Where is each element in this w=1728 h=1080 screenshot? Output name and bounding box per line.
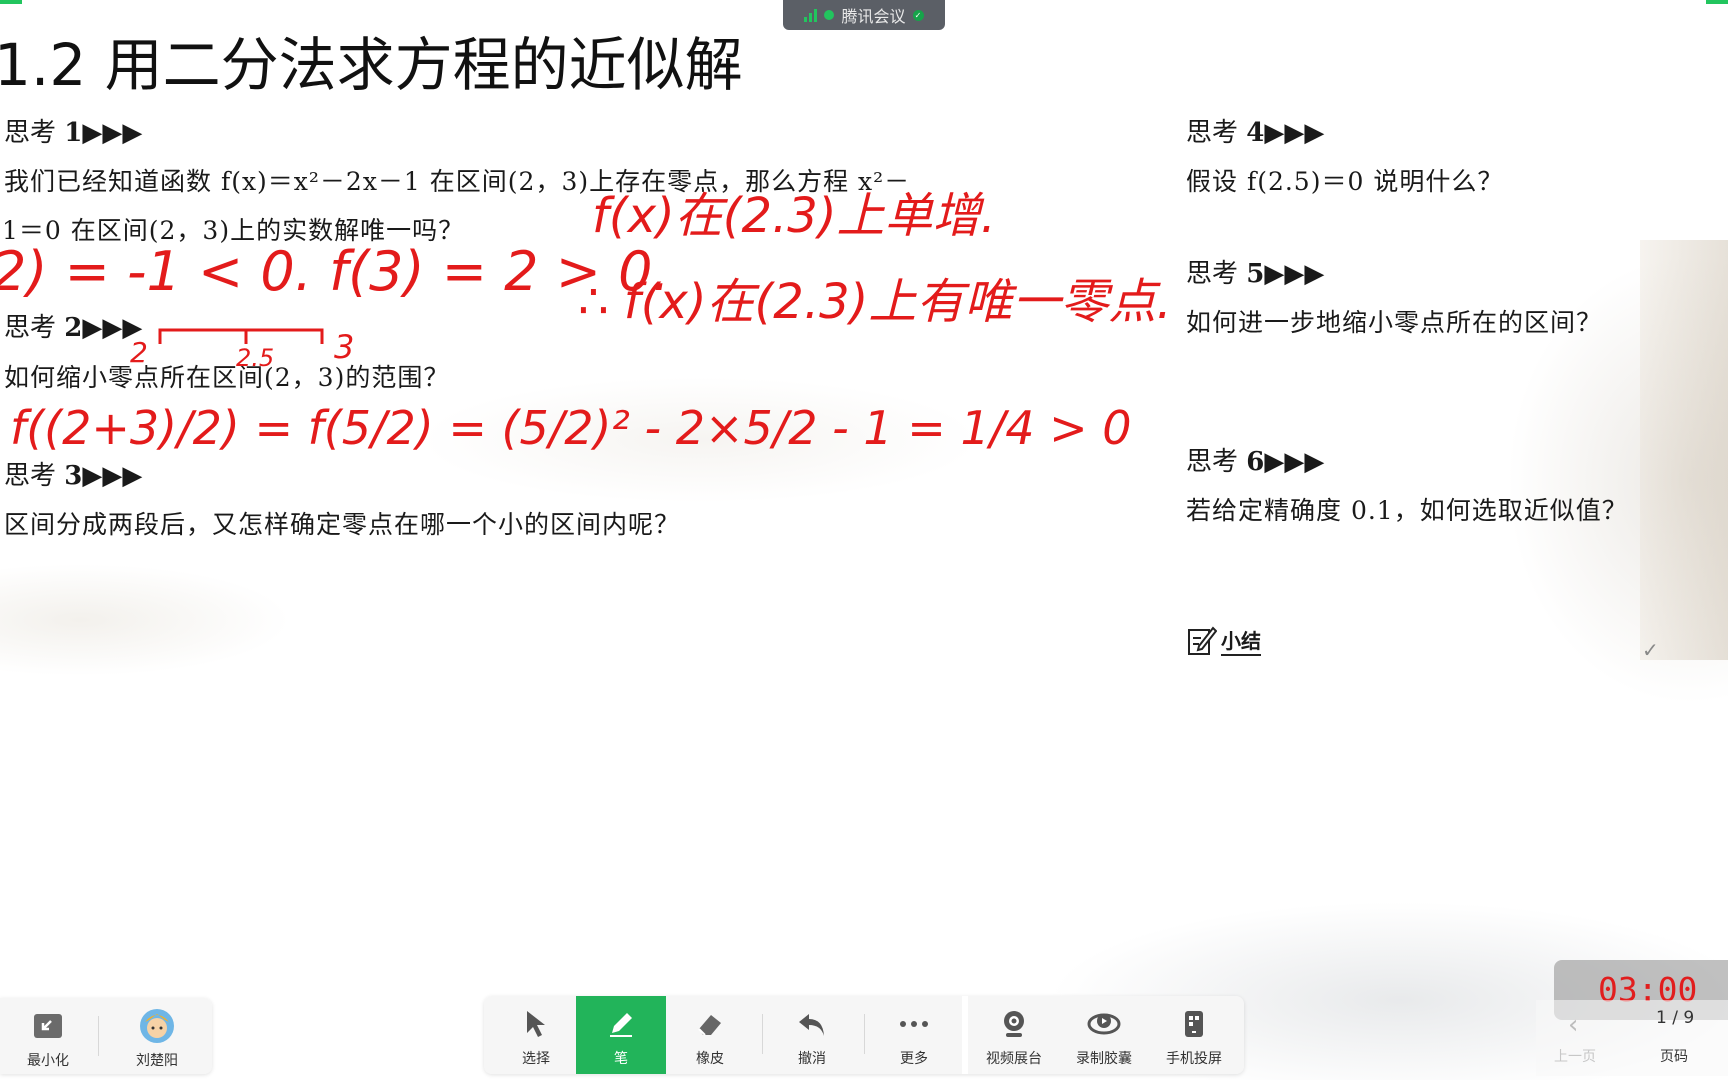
tool-label: 手机投屏 — [1166, 1051, 1222, 1067]
meeting-app-label: 腾讯会议 — [841, 7, 906, 26]
think-2-line-1: 如何缩小零点所在区间(2，3)的范围？ — [4, 363, 450, 392]
cursor-icon — [523, 1008, 549, 1040]
tool-label: 更多 — [900, 1051, 928, 1067]
camera-icon — [1000, 1008, 1028, 1040]
toolbar-label: 最小化 — [27, 1053, 69, 1069]
window-edge-indicator-left — [0, 0, 22, 4]
think-number: 3▶▶▶ — [64, 461, 143, 491]
think-1-line-1: 我们已经知道函数 f(x)＝x²－2x－1 在区间(2，3)上存在零点，那么方程… — [4, 167, 911, 196]
previous-page-button[interactable]: 上一页 — [1554, 1046, 1596, 1066]
user-profile-button[interactable]: 刘楚阳 — [112, 998, 202, 1076]
select-tool-button[interactable]: 选择 — [492, 996, 580, 1074]
undo-icon — [797, 1008, 827, 1040]
page-count: 1 / 9 — [1656, 1008, 1695, 1028]
toolbar-divider — [98, 1016, 99, 1056]
toolbar-divider — [864, 1014, 865, 1054]
bottom-left-toolbar: 最小化 刘楚阳 — [0, 998, 212, 1074]
toolbar-divider — [762, 1014, 763, 1054]
think-3-line-1: 区间分成两段后，又怎样确定零点在哪一个小的区间内呢？ — [4, 510, 681, 539]
think-5-heading: 思考 5▶▶▶ — [1186, 253, 1324, 290]
think-number: 1▶▶▶ — [64, 118, 143, 148]
think-number: 6▶▶▶ — [1246, 447, 1325, 477]
think-number: 4▶▶▶ — [1246, 118, 1325, 148]
think-number: 2▶▶▶ — [64, 313, 143, 343]
tool-label: 橡皮 — [696, 1051, 724, 1067]
record-icon — [1087, 1008, 1121, 1040]
think-label: 思考 — [4, 118, 57, 148]
tool-label: 笔 — [614, 1051, 628, 1067]
undo-button[interactable]: 撤消 — [768, 996, 856, 1074]
think-1-line-2: 1＝0 在区间(2，3)上的实数解唯一吗？ — [2, 216, 465, 245]
toolbar-group-gap — [962, 996, 968, 1074]
think-5-line-1: 如何进一步地缩小零点所在的区间？ — [1186, 308, 1603, 337]
summary-label: 小结 — [1221, 625, 1261, 656]
annotation-toolbar: 选择 笔 橡皮 撤消 更多 视频展台 录制胶囊 手机投屏 — [484, 996, 1244, 1074]
more-button[interactable]: 更多 — [870, 996, 958, 1074]
think-3-heading: 思考 3▶▶▶ — [4, 455, 142, 492]
decorative-panel — [1640, 240, 1728, 660]
window-edge-indicator-right — [1706, 0, 1728, 4]
think-label: 思考 — [4, 313, 57, 343]
meeting-status-pill[interactable]: 腾讯会议 ✓ — [783, 0, 945, 30]
more-icon — [899, 1008, 929, 1040]
think-4-line-1: 假设 f(2.5)＝0 说明什么？ — [1186, 167, 1504, 196]
phone-cast-button[interactable]: 手机投屏 — [1150, 996, 1238, 1074]
think-label: 思考 — [1186, 118, 1239, 148]
minimize-button[interactable]: 最小化 — [4, 998, 92, 1076]
recording-dot-icon — [824, 10, 835, 20]
edit-note-icon — [1188, 626, 1217, 655]
tool-label: 视频展台 — [986, 1051, 1042, 1067]
think-6-line-1: 若给定精确度 0.1，如何选取近似值？ — [1186, 496, 1628, 525]
summary-section: 小结 — [1187, 624, 1261, 656]
video-booth-button[interactable]: 视频展台 — [970, 996, 1058, 1074]
tool-label: 选择 — [522, 1051, 550, 1067]
think-6-heading: 思考 6▶▶▶ — [1186, 441, 1324, 478]
avatar — [139, 1009, 175, 1043]
pen-tool-button[interactable]: 笔 — [576, 996, 666, 1074]
think-label: 思考 — [1186, 259, 1239, 289]
shield-icon: ✓ — [912, 9, 924, 21]
think-1-heading: 思考 1▶▶▶ — [4, 112, 142, 149]
user-name: 刘楚阳 — [136, 1053, 178, 1069]
record-capsule-button[interactable]: 录制胶囊 — [1060, 996, 1148, 1074]
pen-icon — [606, 1008, 636, 1040]
page-code-button[interactable]: 页码 — [1660, 1046, 1688, 1066]
signal-icon — [804, 8, 818, 22]
eraser-icon — [695, 1008, 725, 1040]
think-label: 思考 — [1186, 447, 1239, 477]
chevron-left-icon[interactable]: ‹ — [1568, 1010, 1578, 1040]
think-4-heading: 思考 4▶▶▶ — [1186, 112, 1324, 149]
think-number: 5▶▶▶ — [1246, 259, 1325, 289]
phone-cast-icon — [1183, 1008, 1205, 1040]
eraser-tool-button[interactable]: 橡皮 — [666, 996, 754, 1074]
slide-title: 1.2 用二分法求方程的近似解 — [0, 31, 743, 99]
minimize-icon — [33, 1010, 63, 1042]
think-label: 思考 — [4, 461, 57, 491]
tool-label: 录制胶囊 — [1076, 1051, 1132, 1067]
think-2-heading: 思考 2▶▶▶ — [4, 307, 142, 344]
tool-label: 撤消 — [798, 1051, 826, 1067]
check-mark-icon: ✓ — [1642, 638, 1659, 662]
